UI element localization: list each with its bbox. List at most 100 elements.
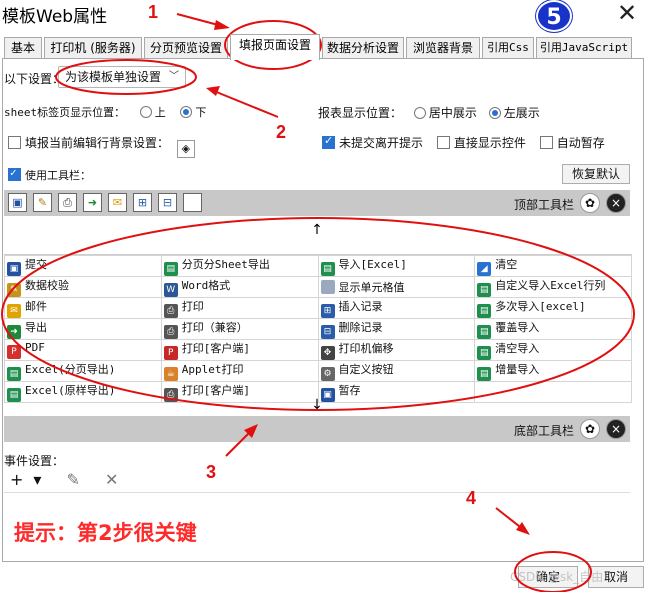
window-title: 模板Web属性 bbox=[2, 7, 108, 27]
toolbar-button-option[interactable]: W Word格式 bbox=[160, 276, 319, 298]
toolbar-button-option[interactable]: ⎙ 打印 bbox=[160, 297, 319, 319]
delete-record-icon[interactable]: ⊟ bbox=[158, 193, 177, 212]
restore-default-button[interactable]: 恢复默认 bbox=[562, 164, 630, 184]
toolbar-button-option[interactable]: 显示单元格值 bbox=[317, 276, 476, 298]
sheet-icon: ▤ bbox=[477, 304, 492, 318]
move-icon: ✥ bbox=[320, 346, 335, 360]
toolbar-button-label: 打印[客户端] bbox=[181, 342, 250, 355]
sheet-icon: ▤ bbox=[7, 367, 21, 381]
fill-row-bg-checkbox[interactable] bbox=[8, 136, 21, 149]
annotation-number-1: 1 bbox=[148, 2, 159, 22]
toolbar-button-option[interactable]: ✥ 打印机偏移 bbox=[317, 339, 476, 361]
toolbar-button-option[interactable]: ✉ 邮件 bbox=[4, 297, 162, 319]
toolbar-button-option[interactable]: ▤ 增量导入 bbox=[474, 360, 632, 382]
radio-report-center[interactable] bbox=[413, 107, 426, 119]
toolbar-button-option[interactable]: ▤ 自定义导入Excel行列 bbox=[474, 276, 632, 298]
export-icon[interactable]: ➜ bbox=[83, 193, 102, 212]
ok-button[interactable]: 确定 bbox=[518, 566, 578, 588]
radio-sheet-top[interactable] bbox=[139, 106, 152, 118]
use-toolbar-row: 使用工具栏： bbox=[8, 166, 91, 183]
close-icon[interactable]: × bbox=[606, 193, 626, 213]
radio-sheet-top-label: 上 bbox=[154, 106, 166, 119]
toolbar-button-option[interactable]: ➜ 导出 bbox=[4, 318, 162, 340]
tab-2[interactable]: 分页预览设置 bbox=[144, 37, 228, 59]
unsubmitted-leave-label: 未提交离开提示 bbox=[339, 136, 424, 150]
toolbar-button-option[interactable]: ▣ 提交 bbox=[4, 255, 162, 277]
close-icon[interactable]: ✕ bbox=[614, 1, 640, 27]
bottom-toolbar-strip: 底部工具栏 ✿ × bbox=[4, 416, 630, 442]
save-icon: ▣ bbox=[7, 262, 21, 276]
fill-row-bg-label: 填报当前编辑行背景设置： bbox=[25, 136, 170, 150]
blank-icon[interactable] bbox=[183, 193, 202, 212]
tab-0[interactable]: 基本 bbox=[4, 37, 42, 59]
radio-report-left-label: 左展示 bbox=[503, 106, 540, 120]
toolbar-button-option[interactable]: P 打印[客户端] bbox=[160, 339, 319, 361]
auto-save-checkbox[interactable] bbox=[539, 136, 553, 149]
toolbar-button-option[interactable]: ✎ 数据校验 bbox=[4, 276, 162, 298]
toolbar-button-label: 自定义按钮 bbox=[338, 363, 394, 376]
gear-icon[interactable]: ✿ bbox=[580, 419, 600, 439]
save-icon[interactable]: ▣ bbox=[8, 193, 27, 212]
tab-7[interactable]: 引用JavaScript bbox=[536, 37, 632, 59]
edit-icon[interactable]: ✎ bbox=[67, 470, 90, 489]
chevron-down-icon: ﹀ bbox=[169, 71, 179, 82]
top-toolbar-label: 顶部工具栏 bbox=[514, 198, 575, 212]
sheet-icon: ▤ bbox=[320, 262, 335, 276]
toolbar-button-option[interactable]: P PDF bbox=[4, 339, 162, 361]
move-down-arrow[interactable]: ↓ bbox=[4, 394, 630, 416]
toolbar-button-option[interactable]: ▤ Excel(分页导出) bbox=[4, 360, 162, 382]
close-icon[interactable]: × bbox=[606, 419, 626, 439]
grid-row: ➜ 导出 ⎙ 打印（兼容） ⊟ 删除记录 ▤ 覆盖导入 bbox=[4, 318, 632, 340]
grid-row: ✉ 邮件 ⎙ 打印 ⊞ 插入记录 ▤ 多次导入[excel] bbox=[4, 297, 632, 319]
sheet-icon: ▤ bbox=[477, 283, 492, 297]
tab-5[interactable]: 浏览器背景 bbox=[406, 37, 480, 59]
insert-icon: ⊞ bbox=[320, 304, 335, 318]
mail-icon[interactable]: ✉ bbox=[108, 193, 127, 212]
delete-icon: ⊟ bbox=[320, 325, 335, 339]
toolbar-button-label: 提交 bbox=[25, 258, 47, 271]
direct-show-checkbox[interactable] bbox=[436, 136, 450, 149]
paint-bucket-icon[interactable]: ◈ bbox=[176, 140, 195, 158]
toolbar-button-option[interactable]: ▤ 多次导入[excel] bbox=[474, 297, 632, 319]
insert-record-icon[interactable]: ⊞ bbox=[133, 193, 152, 212]
toolbar-button-option[interactable]: ▤ 清空导入 bbox=[474, 339, 632, 361]
add-icon[interactable]: +▾ bbox=[10, 470, 51, 489]
toolbar-button-label: 显示单元格值 bbox=[338, 281, 405, 294]
toolbar-button-label: 增量导入 bbox=[495, 363, 540, 376]
scope-select[interactable]: 为该模板单独设置 ﹀ bbox=[58, 66, 186, 88]
toolbar-button-label: 插入记录 bbox=[338, 300, 383, 313]
toolbar-button-option[interactable]: ▤ 分页分Sheet导出 bbox=[160, 255, 319, 277]
remove-icon[interactable]: ✕ bbox=[105, 470, 128, 489]
toolbar-button-option[interactable]: ☕ Applet打印 bbox=[160, 360, 319, 382]
toolbar-button-option[interactable]: ⎙ 打印（兼容） bbox=[160, 318, 319, 340]
toolbar-button-option[interactable]: ⊟ 删除记录 bbox=[317, 318, 476, 340]
tab-3[interactable]: 填报页面设置 bbox=[230, 34, 320, 60]
word-icon: W bbox=[163, 283, 178, 297]
toolbar-button-label: Word格式 bbox=[181, 279, 231, 292]
sheet-icon: ▤ bbox=[477, 367, 492, 381]
print-icon: ⎙ bbox=[163, 325, 178, 339]
applet-icon: ☕ bbox=[163, 367, 178, 381]
toolbar-button-option[interactable]: ▤ 覆盖导入 bbox=[474, 318, 632, 340]
move-up-arrow[interactable]: ↑ bbox=[4, 219, 630, 241]
toolbar-button-option[interactable]: ▤ 导入[Excel] bbox=[317, 255, 476, 277]
grid-row: ✎ 数据校验 W Word格式 显示单元格值 ▤ 自定义导入Excel行列 bbox=[4, 276, 632, 298]
gear-icon[interactable]: ✿ bbox=[580, 193, 600, 213]
toolbar-button-option[interactable]: ◢ 清空 bbox=[474, 255, 632, 277]
event-toolbar: +▾ ✎ ✕ bbox=[10, 470, 128, 489]
radio-report-left[interactable] bbox=[488, 107, 501, 119]
print-icon[interactable]: ⎙ bbox=[58, 193, 77, 212]
options-row: 未提交离开提示 直接显示控件 自动暂存 bbox=[322, 134, 605, 151]
tab-1[interactable]: 打印机 (服务器) bbox=[44, 37, 142, 59]
use-toolbar-checkbox[interactable] bbox=[8, 166, 21, 181]
cancel-button[interactable]: 取消 bbox=[588, 566, 644, 588]
gear-icon: ⚙ bbox=[320, 367, 335, 381]
report-pos-label: 报表显示位置： bbox=[318, 106, 403, 120]
tab-4[interactable]: 数据分析设置 bbox=[322, 37, 404, 59]
radio-sheet-bottom[interactable] bbox=[180, 106, 193, 118]
toolbar-button-option[interactable]: ⊞ 插入记录 bbox=[317, 297, 476, 319]
pen-icon[interactable]: ✎ bbox=[33, 193, 52, 212]
unsubmitted-leave-checkbox[interactable] bbox=[322, 134, 335, 149]
tab-6[interactable]: 引用Css bbox=[482, 37, 534, 59]
toolbar-button-option[interactable]: ⚙ 自定义按钮 bbox=[317, 360, 476, 382]
